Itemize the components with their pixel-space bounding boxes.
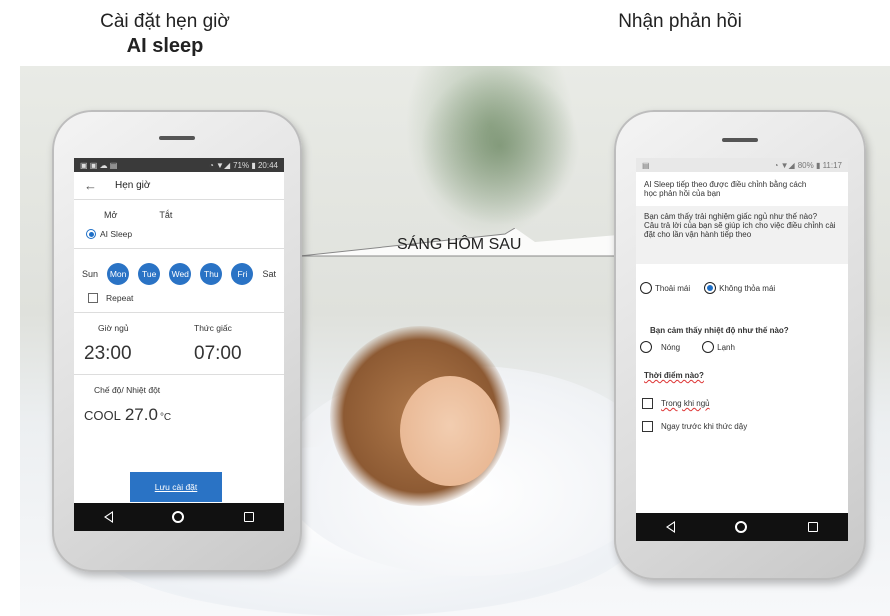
nav-recent-icon[interactable] — [807, 522, 818, 532]
android-nav-bar — [74, 503, 284, 531]
phone-speaker — [159, 136, 195, 140]
radio-selected-icon — [86, 229, 96, 239]
phone-speaker — [722, 138, 758, 142]
day-mon[interactable]: Mon — [107, 263, 130, 285]
wake-time-value: 07:00 — [194, 343, 242, 364]
ai-sleep-radio[interactable]: AI Sleep — [74, 220, 284, 239]
question3-text: Thời điểm nào? — [644, 371, 704, 380]
mode-temp-value[interactable]: COOL 27.0 °C — [74, 395, 284, 425]
question1-text: Bạn cảm thấy trải nghiệm giấc ngủ như th… — [644, 212, 818, 221]
q1-options: Thoải mái Không thỏa mái — [636, 264, 848, 294]
day-fri[interactable]: Fri — [231, 263, 254, 285]
option-during-sleep[interactable]: Trong khi ngủ — [636, 380, 848, 409]
day-wed[interactable]: Wed — [169, 263, 192, 285]
q2-options: Nóng Lạnh — [636, 335, 848, 353]
feedback-intro: AI Sleep tiếp theo được điều chỉnh bằng … — [644, 180, 807, 198]
sleeping-woman-face — [400, 376, 500, 486]
plant-leaves — [420, 66, 580, 226]
repeat-label: Repeat — [106, 293, 134, 303]
mode-name: COOL — [84, 408, 121, 423]
status-bar: ▤ ◔ ▼◢ 80% ▮ 11:17 — [636, 158, 848, 172]
status-time: 80% ▮ 11:17 — [797, 160, 842, 170]
wake-time-label: Thức giấc — [194, 323, 232, 333]
notification-icon: ▤ — [642, 160, 650, 170]
radio-icon — [640, 282, 652, 294]
day-sat[interactable]: Sat — [262, 269, 276, 279]
option-hot-label: Nóng — [661, 342, 681, 352]
nav-home-icon[interactable] — [735, 521, 748, 533]
mode-temp-label: Chế độ/ Nhiệt đột — [94, 385, 161, 395]
nav-back-icon[interactable] — [103, 511, 113, 523]
day-thu[interactable]: Thu — [200, 263, 223, 285]
weekday-selector: Sun Mon Tue Wed Thu Fri Sat — [74, 249, 284, 285]
right-caption: Nhận phản hồi — [618, 11, 742, 32]
notification-icons: ▣ ▣ ☁ ▤ — [80, 160, 118, 170]
radio-icon — [640, 341, 652, 353]
status-bar: ▣ ▣ ☁ ▤ ◔ ▼◢ 71% ▮ 20:44 — [74, 158, 284, 172]
temperature-unit: °C — [159, 412, 172, 423]
signal-icon: ◔ ▼◢ — [208, 160, 231, 170]
timer-screen: ▣ ▣ ☁ ▤ ◔ ▼◢ 71% ▮ 20:44 ← Hẹn giờ Mở Tắt… — [74, 158, 284, 531]
option-comfortable[interactable]: Thoải mái — [640, 282, 690, 294]
android-nav-bar — [636, 513, 848, 541]
question1-note: Câu trả lời của bạn sẽ giúp ích cho việc… — [644, 221, 836, 239]
left-phone: ▣ ▣ ☁ ▤ ◔ ▼◢ 71% ▮ 20:44 ← Hẹn giờ Mở Tắt… — [52, 110, 302, 572]
signal-icon: ◔ ▼◢ — [773, 160, 795, 170]
day-tue[interactable]: Tue — [138, 263, 161, 285]
right-phone: ▤ ◔ ▼◢ 80% ▮ 11:17 AI Sleep tiếp theo đượ… — [614, 110, 866, 580]
temperature-value: 27.0 — [124, 405, 158, 424]
feedback-screen: ▤ ◔ ▼◢ 80% ▮ 11:17 AI Sleep tiếp theo đượ… — [636, 158, 848, 541]
on-off-tabs: Mở Tắt — [74, 200, 284, 220]
day-sun[interactable]: Sun — [82, 269, 98, 279]
option-before-waking[interactable]: Ngay trước khi thức dậy — [636, 409, 848, 432]
sleep-time-block[interactable]: Giờ ngủ 23:00 — [84, 323, 182, 365]
option-hot[interactable]: Nóng — [640, 341, 680, 353]
option-during-sleep-label: Trong khi ngủ — [661, 399, 710, 408]
left-caption-line2: AI sleep — [126, 35, 204, 57]
radio-selected-icon — [704, 282, 717, 294]
tab-on[interactable]: Mở — [104, 210, 117, 220]
option-uncomfortable-label: Không thỏa mái — [719, 283, 776, 293]
wake-time-block[interactable]: Thức giấc 07:00 — [182, 323, 280, 365]
timer-header: ← Hẹn giờ — [74, 172, 284, 200]
checkbox-icon — [642, 398, 653, 409]
next-morning-label: SÁNG HÔM SAU — [397, 236, 522, 253]
radio-icon — [702, 341, 715, 353]
checkbox-icon — [88, 293, 98, 303]
checkbox-icon — [642, 421, 653, 432]
back-arrow-icon[interactable]: ← — [84, 178, 97, 193]
nav-home-icon[interactable] — [172, 511, 185, 523]
question2-text: Bạn cảm thấy nhiệt độ như thế nào? — [650, 326, 789, 335]
save-settings-button[interactable]: Lưu cài đặt — [130, 472, 222, 502]
page-title: Hẹn giờ — [115, 180, 151, 191]
sleep-time-value: 23:00 — [84, 343, 132, 364]
option-uncomfortable[interactable]: Không thỏa mái — [704, 282, 775, 294]
option-before-waking-label: Ngay trước khi thức dậy — [661, 422, 748, 431]
time-settings: Giờ ngủ 23:00 Thức giấc 07:00 — [74, 313, 284, 365]
question1-box: Bạn cảm thấy trải nghiệm giấc ngủ như th… — [636, 206, 848, 264]
sleep-time-label: Giờ ngủ — [98, 323, 129, 333]
option-cold-label: Lạnh — [717, 342, 735, 352]
repeat-checkbox[interactable]: Repeat — [74, 285, 284, 303]
nav-recent-icon[interactable] — [244, 512, 255, 522]
tab-off[interactable]: Tắt — [159, 210, 172, 220]
nav-back-icon[interactable] — [666, 521, 676, 533]
option-comfortable-label: Thoải mái — [655, 283, 691, 293]
left-caption-line1: Cài đặt hẹn giờ — [100, 11, 230, 32]
option-cold[interactable]: Lạnh — [702, 341, 735, 353]
ai-sleep-label: AI Sleep — [100, 229, 133, 239]
status-time: 71% ▮ 20:44 — [233, 160, 278, 170]
left-caption: Cài đặt hẹn giờ AI sleep — [40, 10, 290, 58]
